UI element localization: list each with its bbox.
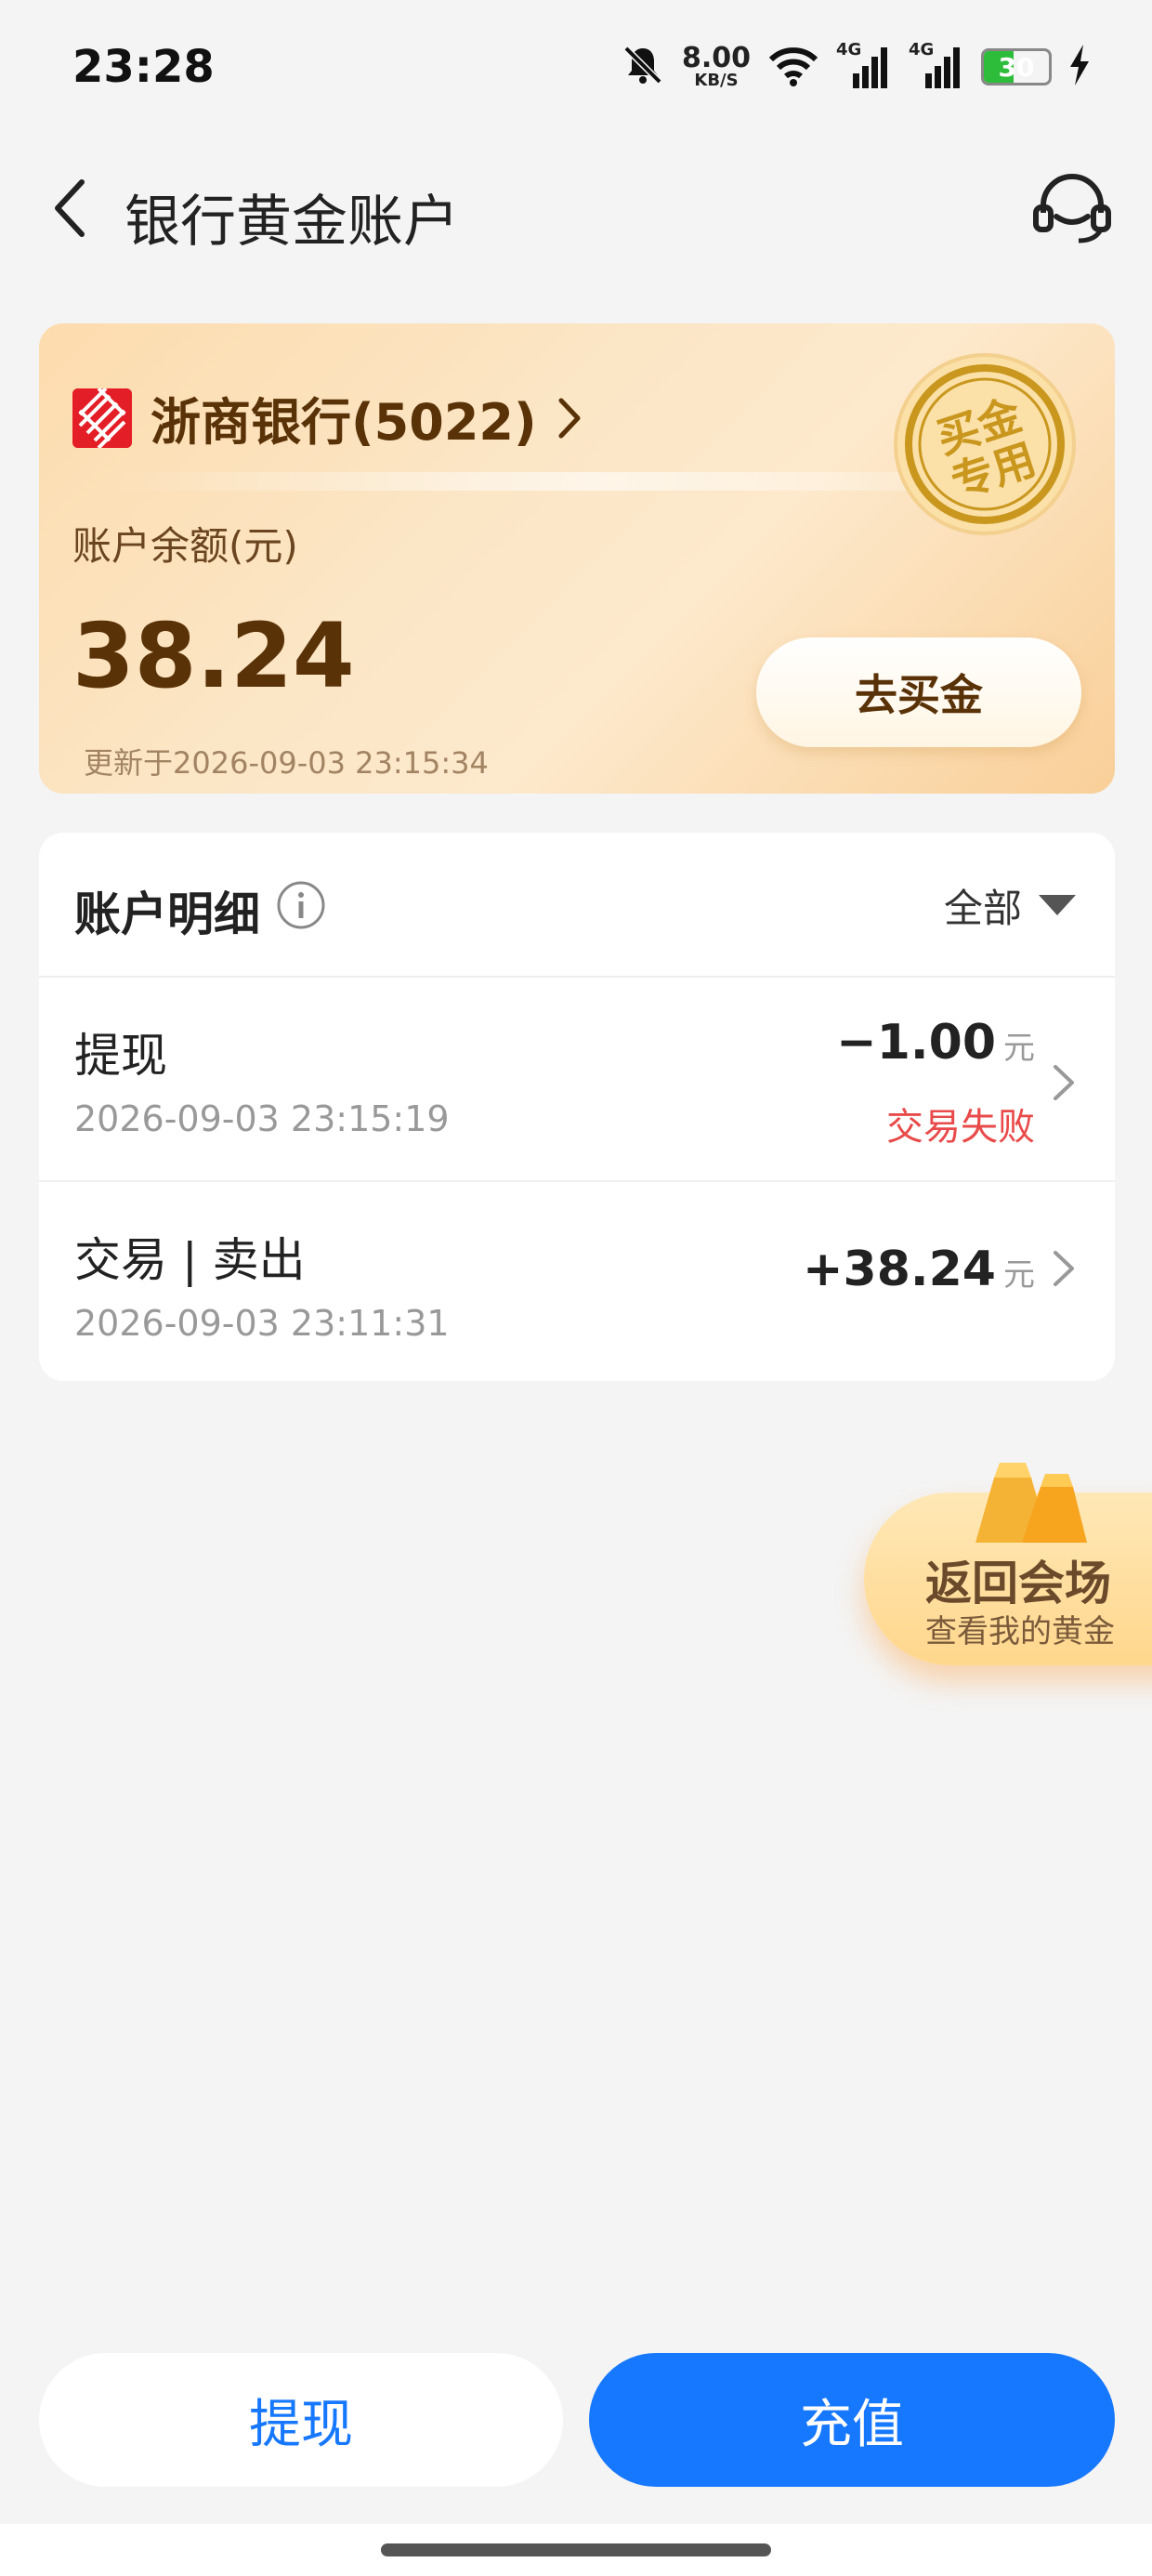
account-details-panel: 账户明细 全部 提现 2026-09-03 23:15:19 −1.00 元 交… — [39, 833, 1115, 1381]
net-speed: 8.00 KB/S — [681, 42, 751, 90]
amount-unit: 元 — [1003, 1030, 1035, 1067]
chevron-right-icon — [1050, 1245, 1078, 1292]
balance-value: 38.24 — [72, 604, 355, 708]
caret-down-icon — [1037, 891, 1078, 921]
transaction-row[interactable]: 交易 | 卖出 2026-09-03 23:11:31 +38.24 元 — [39, 1180, 1115, 1381]
bank-selector[interactable]: 浙商银行(5022) — [72, 381, 593, 454]
filter-dropdown[interactable]: 全部 — [944, 877, 1078, 934]
status-bar: 23:28 8.00 KB/S 4G 4G 30 — [0, 0, 1152, 139]
updated-time: 更新于2026-09-03 23:15:34 — [84, 745, 489, 781]
customer-service-button[interactable] — [1026, 169, 1119, 253]
amount-unit: 元 — [1003, 1256, 1035, 1294]
transaction-name: 交易 | 卖出 — [74, 1233, 306, 1287]
info-icon[interactable] — [275, 879, 327, 931]
chevron-left-icon — [52, 178, 89, 242]
home-bar — [381, 2543, 771, 2556]
back-button[interactable] — [33, 173, 108, 247]
transaction-amount: +38.24 元 — [803, 1242, 1035, 1297]
balance-label: 账户余额(元) — [72, 523, 298, 569]
wifi-icon — [767, 43, 819, 91]
signal-icon: 4G — [836, 40, 892, 90]
gold-bar-icon — [957, 1450, 1096, 1552]
signal-icon: 4G — [909, 40, 964, 90]
battery-icon: 30 — [981, 48, 1052, 85]
recharge-button[interactable]: 充值 — [589, 2353, 1115, 2487]
bank-name: 浙商银行(5022) — [151, 393, 537, 452]
amount-value: +38.24 — [802, 1242, 996, 1297]
badge-title: 返回会场 — [925, 1557, 1111, 1610]
customer-service-icon — [1030, 172, 1114, 250]
page-header: 银行黄金账户 — [0, 149, 1152, 269]
filter-label: 全部 — [943, 886, 1022, 931]
mute-bell-icon — [621, 43, 665, 91]
page-title: 银行黄金账户 — [124, 190, 459, 255]
buy-gold-button[interactable]: 去买金 — [756, 637, 1081, 747]
return-venue-badge[interactable]: 返回会场 查看我的黄金 — [864, 1450, 1152, 1710]
transaction-name: 提现 — [74, 1029, 167, 1083]
transaction-time: 2026-09-03 23:15:19 — [74, 1098, 450, 1139]
details-header: 账户明细 全部 — [39, 833, 1115, 978]
home-indicator[interactable] — [0, 2524, 1152, 2576]
transaction-row[interactable]: 提现 2026-09-03 23:15:19 −1.00 元 交易失败 — [39, 978, 1115, 1178]
withdraw-button[interactable]: 提现 — [39, 2353, 563, 2487]
status-time: 23:28 — [72, 41, 215, 93]
details-title: 账户明细 — [74, 887, 260, 941]
transaction-time: 2026-09-03 23:11:31 — [74, 1303, 450, 1344]
account-card: 浙商银行(5022) 买金 专用 账户余额(元) 38.24 更新于2026-0… — [39, 323, 1115, 794]
transaction-status: 交易失败 — [886, 1106, 1035, 1149]
charging-icon — [1068, 43, 1091, 91]
badge-subtitle: 查看我的黄金 — [925, 1613, 1115, 1650]
status-icons: 8.00 KB/S 4G 4G 30 — [621, 39, 1091, 95]
amount-value: −1.00 — [836, 1015, 996, 1071]
gold-purchase-seal-icon: 买金 专用 — [892, 351, 1078, 537]
chevron-right-icon — [556, 392, 593, 444]
bank-logo-icon — [72, 388, 132, 448]
chevron-right-icon — [1050, 1059, 1078, 1106]
transaction-amount: −1.00 元 — [836, 1015, 1035, 1071]
